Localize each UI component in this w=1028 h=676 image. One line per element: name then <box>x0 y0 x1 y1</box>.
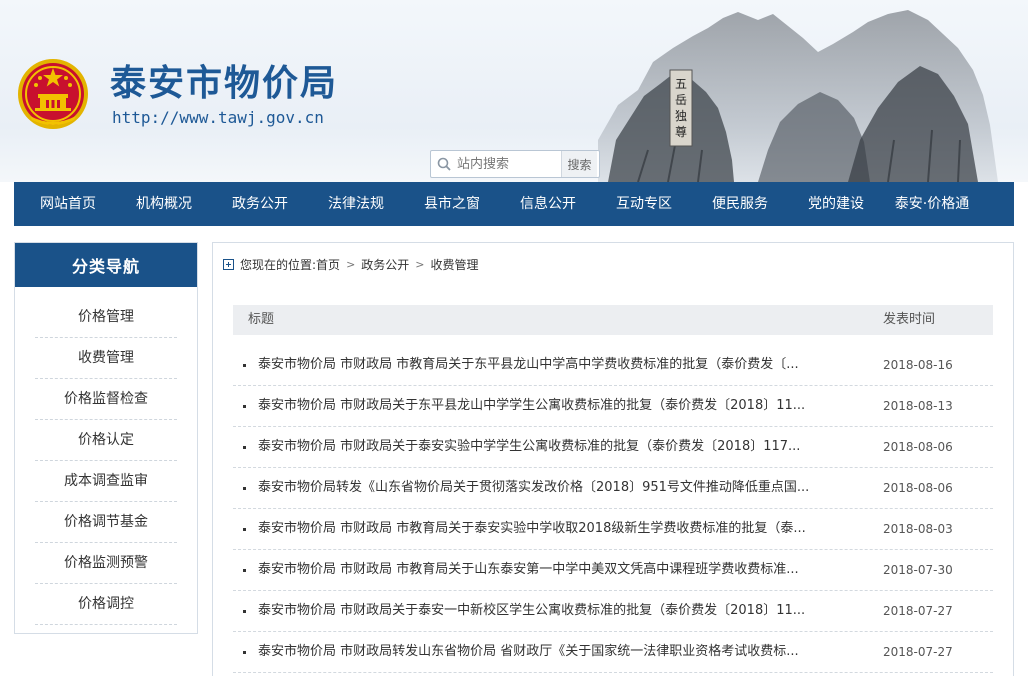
list-item-title[interactable]: 泰安市物价局 市财政局关于东平县龙山中学学生公寓收费标准的批复（泰价费发〔201… <box>258 386 844 426</box>
nav-item-laws[interactable]: 法律法规 <box>308 182 404 226</box>
sidebar-list: 价格管理 收费管理 价格监督检查 价格认定 成本调查监审 价格调节基金 价格监测… <box>15 287 197 625</box>
sidebar-title: 分类导航 <box>15 243 197 287</box>
list-item: 泰安市物价局 市财政局 市教育局关于东平县龙山中学高中学费收费标准的批复（泰价费… <box>233 345 993 386</box>
breadcrumb-fee-management[interactable]: 收费管理 <box>431 256 479 273</box>
nav-item-services[interactable]: 便民服务 <box>692 182 788 226</box>
list-item: 泰安市物价局 市财政局 市教育局关于山东泰安第一中学中美双文凭高中课程班学费收费… <box>233 550 993 591</box>
sidebar-item-price-control[interactable]: 价格调控 <box>35 584 177 625</box>
list-item: 泰安市物价局 市财政局关于泰安实验中学学生公寓收费标准的批复（泰价费发〔2018… <box>233 427 993 468</box>
list-item: 泰安市物价局 市财政局关于泰安一中新校区学生公寓收费标准的批复（泰价费发〔201… <box>233 591 993 632</box>
sidebar-item-fee-management[interactable]: 收费管理 <box>35 338 177 379</box>
national-emblem-icon <box>18 59 88 129</box>
bullet-icon <box>243 405 246 408</box>
content-panel: 您现在的位置: 首页 > 政务公开 > 收费管理 标题 发表时间 泰安市物价局 … <box>212 242 1014 676</box>
list-item-date: 2018-07-27 <box>883 645 953 659</box>
nav-item-interaction[interactable]: 互动专区 <box>596 182 692 226</box>
inscription-char-4: 尊 <box>675 124 687 139</box>
bullet-icon <box>243 446 246 449</box>
list-item-date: 2018-08-06 <box>883 481 953 495</box>
list-item: 泰安市物价局 市财政局关于东平县龙山中学学生公寓收费标准的批复（泰价费发〔201… <box>233 386 993 427</box>
sidebar-item-regulation-fund[interactable]: 价格调节基金 <box>35 502 177 543</box>
plus-square-icon <box>223 258 234 270</box>
list-item-title[interactable]: 泰安市物价局 市财政局关于泰安一中新校区学生公寓收费标准的批复（泰价费发〔201… <box>258 591 844 631</box>
site-url[interactable]: http://www.tawj.gov.cn <box>112 108 324 127</box>
list-item-date: 2018-08-06 <box>883 440 953 454</box>
column-header-date: 发表时间 <box>883 312 936 327</box>
inscription-char-2: 岳 <box>675 93 687 107</box>
list-item-date: 2018-07-27 <box>883 604 953 618</box>
mount-tai-painting: 五 岳 独 尊 <box>598 10 998 182</box>
list-item-title[interactable]: 泰安市物价局 市财政局 市教育局关于山东泰安第一中学中美双文凭高中课程班学费收费… <box>258 550 844 590</box>
sidebar-item-price-management[interactable]: 价格管理 <box>35 297 177 338</box>
list-item: 泰安市物价局 市财政局转发山东省物价局 省财政厅《关于国家统一法律职业资格考试收… <box>233 632 993 673</box>
category-sidebar: 分类导航 价格管理 收费管理 价格监督检查 价格认定 成本调查监审 价格调节基金… <box>14 242 198 634</box>
chevron-right-icon: > <box>346 257 356 271</box>
column-header-title: 标题 <box>248 312 275 327</box>
chevron-right-icon: > <box>415 257 425 271</box>
bullet-icon <box>243 610 246 613</box>
site-search: 搜索 <box>430 150 600 178</box>
list-item-title[interactable]: 泰安市物价局 市财政局转发山东省物价局 省财政厅《关于国家统一法律职业资格考试收… <box>258 632 844 672</box>
bullet-icon <box>243 487 246 490</box>
breadcrumb-government-affairs[interactable]: 政务公开 <box>361 256 409 273</box>
list-item-title[interactable]: 泰安市物价局 市财政局 市教育局关于东平县龙山中学高中学费收费标准的批复（泰价费… <box>258 345 844 385</box>
nav-item-home[interactable]: 网站首页 <box>20 182 116 226</box>
inscription-char-1: 五 <box>675 77 687 91</box>
nav-item-party[interactable]: 党的建设 <box>788 182 884 226</box>
list-item-date: 2018-07-30 <box>883 563 953 577</box>
site-header: 泰安市物价局 http://www.tawj.gov.cn 五 岳 独 尊 搜索 <box>0 0 1028 182</box>
bullet-icon <box>243 528 246 531</box>
sidebar-item-price-monitoring[interactable]: 价格监测预警 <box>35 543 177 584</box>
nav-item-counties[interactable]: 县市之窗 <box>404 182 500 226</box>
sidebar-item-cost-audit[interactable]: 成本调查监审 <box>35 461 177 502</box>
search-icon <box>431 151 457 177</box>
list-header: 标题 发表时间 <box>233 305 993 335</box>
sidebar-item-price-appraisal[interactable]: 价格认定 <box>35 420 177 461</box>
list-item-date: 2018-08-16 <box>883 358 953 372</box>
breadcrumb: 您现在的位置: 首页 > 政务公开 > 收费管理 <box>223 255 479 273</box>
sidebar-item-price-inspection[interactable]: 价格监督检查 <box>35 379 177 420</box>
bullet-icon <box>243 364 246 367</box>
site-title: 泰安市物价局 <box>110 63 339 104</box>
list-item-date: 2018-08-13 <box>883 399 953 413</box>
list-item-title[interactable]: 泰安市物价局 市财政局 市教育局关于泰安实验中学收取2018级新生学费收费标准的… <box>258 509 844 549</box>
list-item-title[interactable]: 泰安市物价局转发《山东省物价局关于贯彻落实发改价格〔2018〕951号文件推动降… <box>258 468 844 508</box>
search-input[interactable] <box>457 152 561 176</box>
list-item-date: 2018-08-03 <box>883 522 953 536</box>
bullet-icon <box>243 651 246 654</box>
nav-item-price-portal[interactable]: 泰安·价格通 <box>884 182 980 226</box>
bullet-icon <box>243 569 246 572</box>
search-button[interactable]: 搜索 <box>561 151 597 177</box>
nav-item-organization[interactable]: 机构概况 <box>116 182 212 226</box>
nav-item-government-affairs[interactable]: 政务公开 <box>212 182 308 226</box>
main-nav: 网站首页 机构概况 政务公开 法律法规 县市之窗 信息公开 互动专区 便民服务 … <box>14 182 1014 226</box>
breadcrumb-prefix: 您现在的位置: <box>240 257 317 272</box>
inscription-char-3: 独 <box>675 109 687 123</box>
nav-item-info-disclosure[interactable]: 信息公开 <box>500 182 596 226</box>
list-item: 泰安市物价局 市财政局 市教育局关于泰安实验中学收取2018级新生学费收费标准的… <box>233 509 993 550</box>
article-list: 泰安市物价局 市财政局 市教育局关于东平县龙山中学高中学费收费标准的批复（泰价费… <box>233 345 993 673</box>
list-item: 泰安市物价局转发《山东省物价局关于贯彻落实发改价格〔2018〕951号文件推动降… <box>233 468 993 509</box>
list-item-title[interactable]: 泰安市物价局 市财政局关于泰安实验中学学生公寓收费标准的批复（泰价费发〔2018… <box>258 427 844 467</box>
breadcrumb-home[interactable]: 首页 <box>316 256 340 273</box>
